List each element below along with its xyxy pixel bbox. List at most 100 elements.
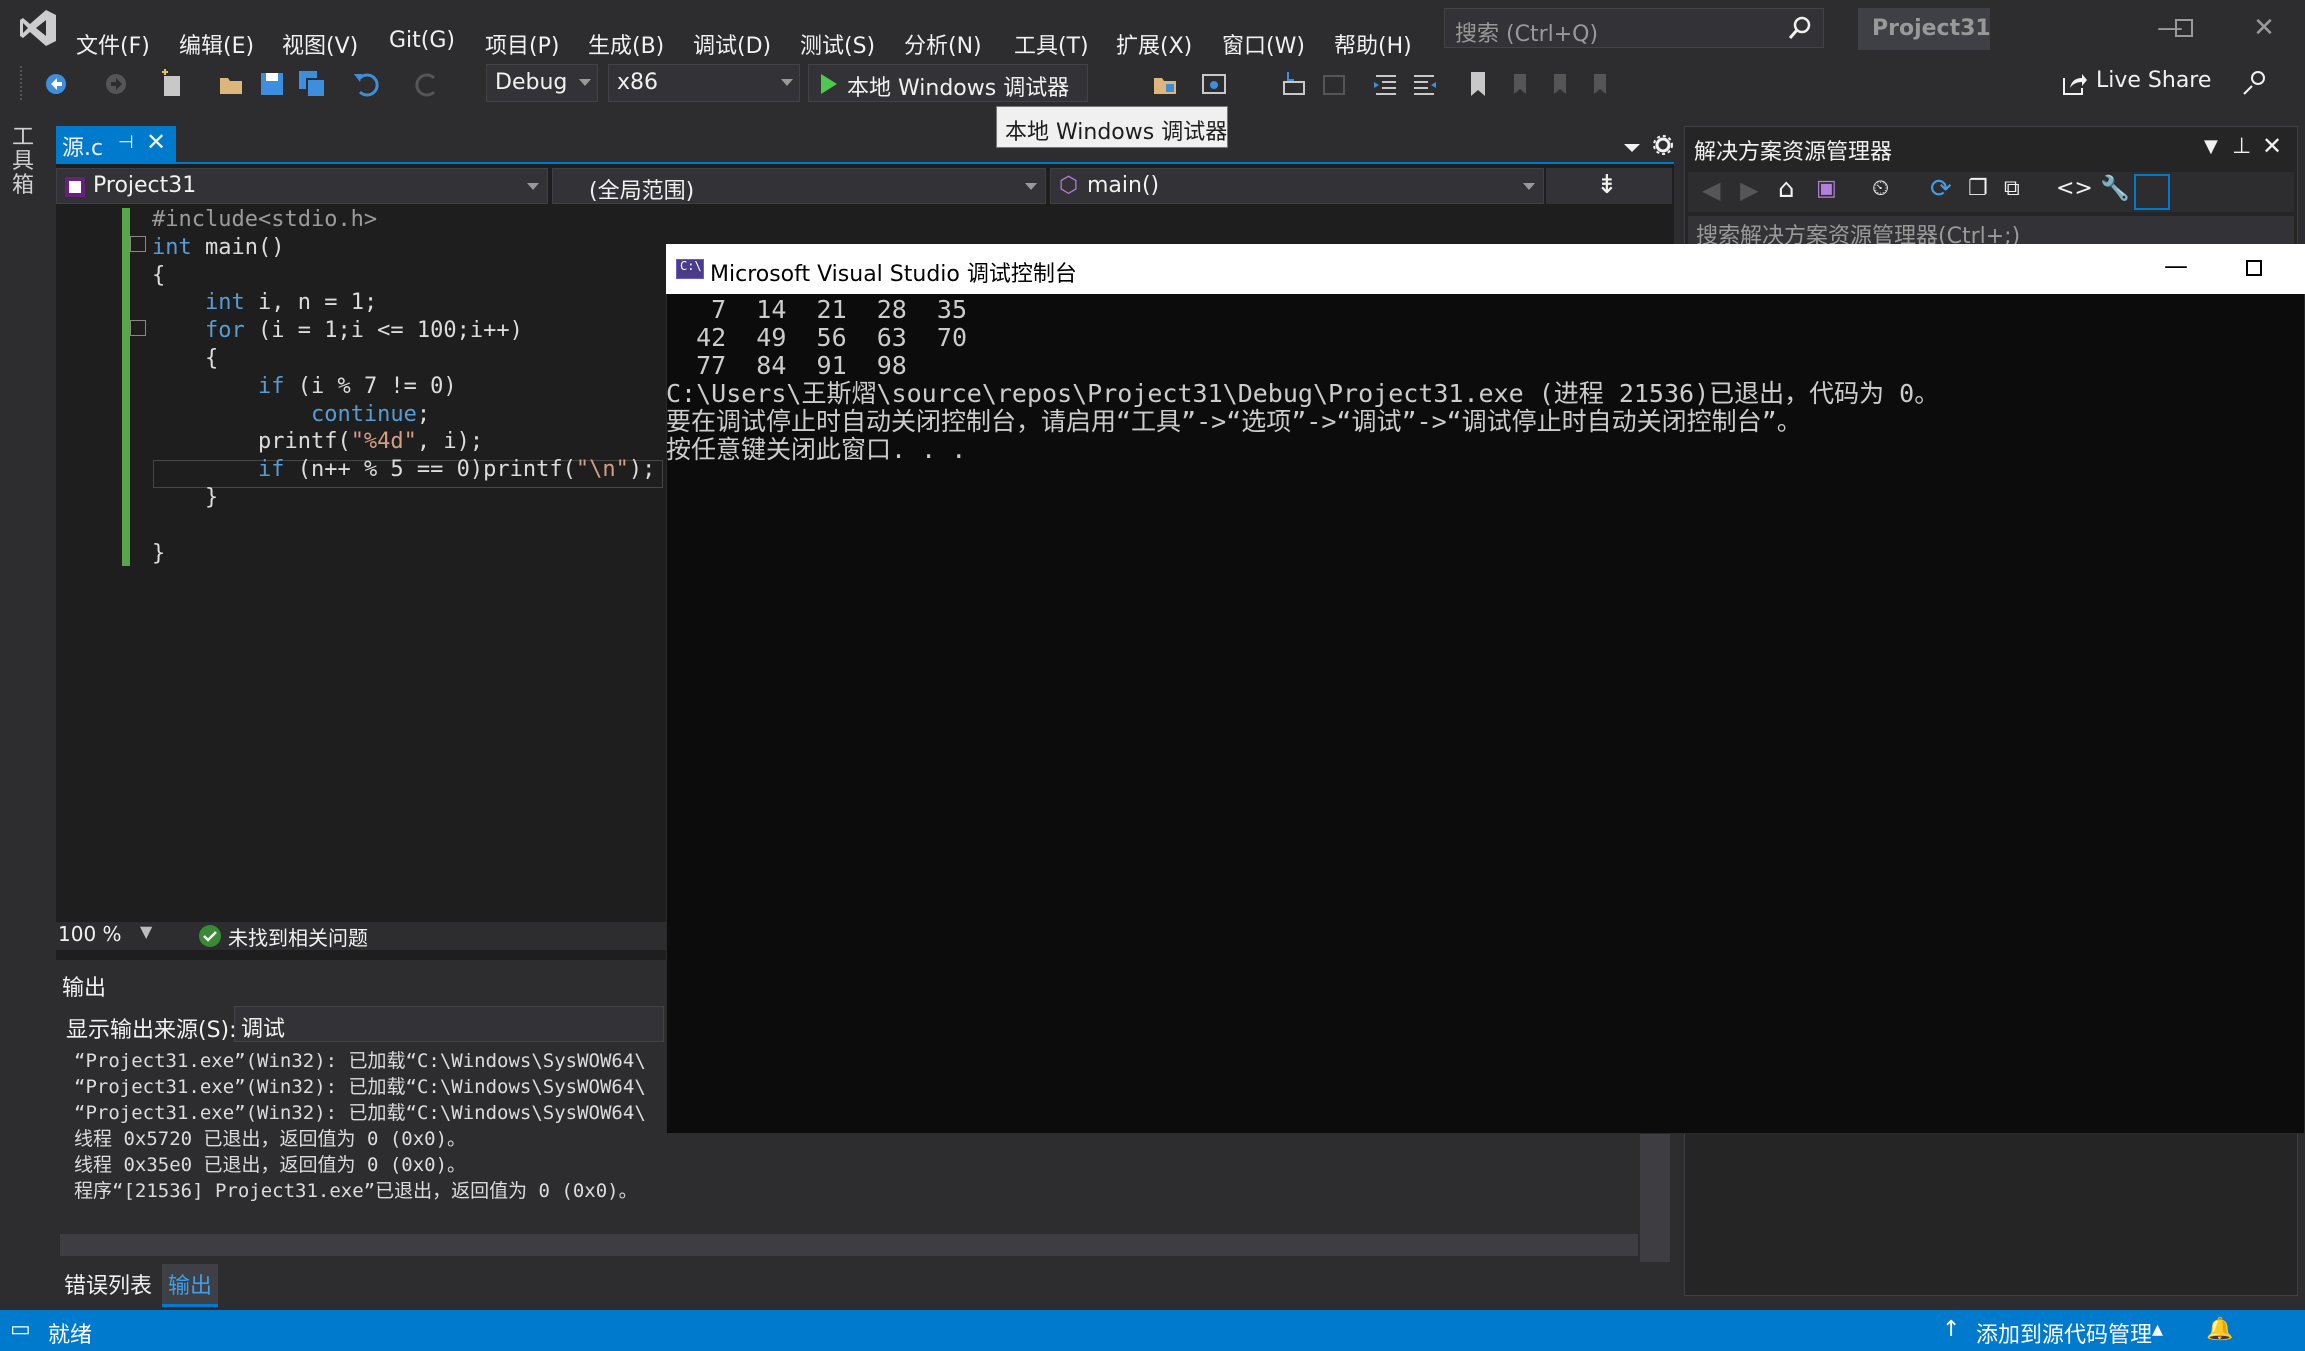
project-combo-value: Project31 <box>93 173 197 198</box>
keyword: if <box>257 457 285 483</box>
step-over-icon[interactable] <box>1318 68 1350 100</box>
tab-error-list[interactable]: 错误列表 <box>64 1268 152 1300</box>
output-scrollbar[interactable] <box>1640 1134 1670 1264</box>
open-file-icon[interactable] <box>216 68 248 100</box>
console-maximize-button[interactable] <box>2246 260 2262 276</box>
output-line: 程序“[21536] Project31.exe”已退出，返回值为 0 (0x0… <box>74 1180 638 1202</box>
menu-test[interactable]: 测试(S) <box>800 28 875 60</box>
redo-icon[interactable] <box>412 68 444 100</box>
config-value: Debug <box>495 70 568 95</box>
back-icon[interactable] <box>42 68 74 100</box>
dropdown-icon[interactable] <box>1620 136 1644 160</box>
forward-icon[interactable] <box>100 68 132 100</box>
function-combo[interactable]: ⬡ main() <box>1050 168 1544 204</box>
menu-extensions[interactable]: 扩展(X) <box>1116 28 1192 60</box>
collapse-main-icon[interactable] <box>130 236 146 252</box>
code-line: (n++ % 5 == 0)printf( <box>284 457 576 483</box>
tab-output[interactable]: 输出 <box>162 1264 219 1307</box>
collapse-all-icon[interactable]: ❐ <box>1968 176 1988 201</box>
new-project-icon[interactable] <box>156 68 188 100</box>
chevron-down-icon[interactable]: ▼ <box>140 922 152 941</box>
console-line: 按任意键关闭此窗口. . . <box>666 435 967 464</box>
platform-value: x86 <box>617 70 659 95</box>
switch-views-icon[interactable]: ▣ <box>1816 176 1837 201</box>
save-icon[interactable] <box>256 68 288 100</box>
add-source-control-button[interactable]: 添加到源代码管理 <box>1976 1317 2152 1349</box>
split-editor-button[interactable]: ⇟ <box>1546 168 1672 204</box>
pending-changes-icon[interactable]: ⏲ <box>1872 176 1889 201</box>
sync-icon[interactable]: ⟳ <box>1930 174 1952 204</box>
menu-window[interactable]: 窗口(W) <box>1222 28 1305 60</box>
menu-help[interactable]: 帮助(H) <box>1334 28 1412 60</box>
bookmark-icon[interactable] <box>1462 68 1494 100</box>
keyword: int <box>204 290 245 316</box>
close-tab-icon[interactable]: ✕ <box>146 128 166 156</box>
bookmark-prev-icon[interactable] <box>1502 68 1534 100</box>
search-input[interactable]: 搜索 (Ctrl+Q) <box>1444 8 1824 48</box>
project-navigation-combo[interactable]: Project31 <box>56 168 548 204</box>
function-combo-value: main() <box>1087 173 1160 198</box>
pin-icon[interactable]: ⊥ <box>2232 134 2251 159</box>
preview-icon[interactable] <box>2134 174 2170 210</box>
browser-icon[interactable] <box>1198 68 1230 100</box>
code-text[interactable]: #include<stdio.h> int main() { int i, n … <box>152 206 655 567</box>
code-view-icon[interactable]: <> <box>2056 176 2093 201</box>
back-icon[interactable]: ◀ <box>1702 176 1720 204</box>
solution-search-input[interactable]: 搜索解决方案资源管理器(Ctrl+;) <box>1688 216 2294 246</box>
forward-icon[interactable]: ▶ <box>1740 176 1758 204</box>
status-ready: 就绪 <box>48 1323 93 1348</box>
outdent-icon[interactable] <box>1370 68 1402 100</box>
feedback-icon[interactable] <box>2240 66 2272 98</box>
console-minimize-button[interactable]: — <box>2164 252 2188 280</box>
pin-icon[interactable]: ⊣ <box>118 132 134 153</box>
change-indicator <box>122 208 130 566</box>
console-output: 7 14 21 28 35 42 49 56 63 70 77 84 91 98… <box>666 296 1939 464</box>
menu-view[interactable]: 视图(V) <box>282 28 358 60</box>
status-bar: ▭ 就绪 ↑ 添加到源代码管理 ▴ 🔔 <box>0 1310 2305 1351</box>
debug-console-titlebar[interactable]: C:\ Microsoft Visual Studio 调试控制台 — <box>666 244 2305 294</box>
menu-git[interactable]: Git(G) <box>389 28 455 53</box>
config-combo[interactable]: Debug <box>486 64 598 102</box>
solution-explorer-title: 解决方案资源管理器 <box>1694 140 1893 165</box>
menu-debug[interactable]: 调试(D) <box>693 28 771 60</box>
indent-icon[interactable] <box>1408 68 1440 100</box>
issues-status[interactable]: 未找到相关问题 <box>228 922 368 951</box>
undo-icon[interactable] <box>350 68 382 100</box>
debug-console-title: Microsoft Visual Studio 调试控制台 <box>710 262 1077 287</box>
close-button[interactable]: ✕ <box>2244 10 2284 46</box>
gear-icon[interactable] <box>1650 132 1676 158</box>
menu-tools[interactable]: 工具(T) <box>1014 28 1089 60</box>
show-all-files-icon[interactable]: ⧉ <box>2004 176 2020 201</box>
menu-project[interactable]: 项目(P) <box>485 28 559 60</box>
close-icon[interactable]: ✕ <box>2262 132 2282 160</box>
bookmark-clear-icon[interactable] <box>1582 68 1614 100</box>
bookmark-next-icon[interactable] <box>1542 68 1574 100</box>
menu-analyze[interactable]: 分析(N) <box>904 28 982 60</box>
save-all-icon[interactable] <box>296 68 328 100</box>
open-folder-icon[interactable] <box>1150 68 1182 100</box>
notification-bell-icon[interactable]: 🔔 <box>2206 1317 2233 1342</box>
toolbox-tab[interactable]: 工具箱 <box>12 126 38 198</box>
zoom-level[interactable]: 100 % <box>58 922 122 946</box>
menu-edit[interactable]: 编辑(E) <box>179 28 254 60</box>
step-into-icon[interactable] <box>1278 68 1310 100</box>
live-share-button[interactable]: Live Share <box>2096 68 2211 93</box>
check-circle-icon <box>199 925 221 947</box>
editor-status-bar: 100 % ▼ 未找到相关问题 <box>56 922 666 950</box>
output-hscrollbar[interactable] <box>60 1234 1638 1256</box>
home-icon[interactable]: ⌂ <box>1778 174 1795 204</box>
collapse-for-icon[interactable] <box>130 320 146 336</box>
platform-combo[interactable]: x86 <box>608 64 800 102</box>
tab-source-c[interactable]: 源.c ⊣ ✕ <box>56 126 176 162</box>
split-icon: ⇟ <box>1596 170 1618 200</box>
chevron-down-icon[interactable]: ▼ <box>2204 136 2218 157</box>
output-source-combo[interactable]: 调试 <box>234 1006 664 1042</box>
menu-build[interactable]: 生成(B) <box>588 28 664 60</box>
run-debugger-button[interactable]: 本地 Windows 调试器 <box>808 64 1088 102</box>
code-line: } <box>152 540 166 566</box>
wrench-icon[interactable]: 🔧 <box>2100 174 2130 202</box>
arrow-up-icon: ↑ <box>1942 1317 1961 1342</box>
output-text[interactable]: “Project31.exe”(Win32): 已加载“C:\Windows\S… <box>74 1048 646 1204</box>
scope-combo[interactable]: (全局范围) <box>552 168 1046 204</box>
menu-file[interactable]: 文件(F) <box>76 28 150 60</box>
